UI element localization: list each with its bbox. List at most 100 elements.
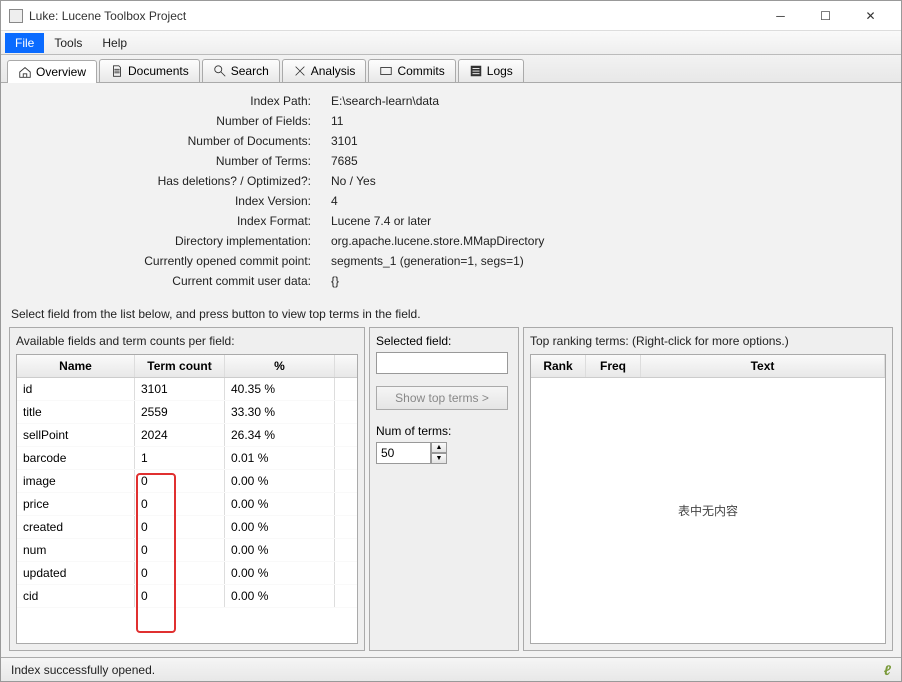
- info-label: Index Version:: [1, 194, 331, 208]
- info-label: Index Path:: [1, 94, 331, 108]
- cell-percent: 33.30 %: [225, 401, 335, 423]
- minimize-button[interactable]: ─: [758, 1, 803, 31]
- table-row[interactable]: barcode10.01 %: [17, 447, 357, 470]
- info-label: Currently opened commit point:: [1, 254, 331, 268]
- info-label: Current commit user data:: [1, 274, 331, 288]
- menu-file[interactable]: File: [5, 33, 44, 53]
- panel-terms: Top ranking terms: (Right-click for more…: [523, 327, 893, 651]
- info-row: Index Path:E:\search-learn\data: [1, 91, 901, 111]
- tab-logs[interactable]: Logs: [458, 59, 524, 82]
- maximize-button[interactable]: ☐: [803, 1, 848, 31]
- th-percent[interactable]: %: [225, 355, 335, 377]
- menu-help[interactable]: Help: [92, 33, 137, 53]
- window-title: Luke: Lucene Toolbox Project: [29, 9, 758, 23]
- tab-logs-label: Logs: [487, 64, 513, 78]
- cell-name: cid: [17, 585, 135, 607]
- info-row: Number of Fields:11: [1, 111, 901, 131]
- spinner-down-icon[interactable]: ▼: [431, 453, 447, 464]
- tab-overview[interactable]: Overview: [7, 60, 97, 83]
- statusbar: Index successfully opened. ℓ: [1, 657, 901, 681]
- cell-name: created: [17, 516, 135, 538]
- tab-search[interactable]: Search: [202, 59, 280, 82]
- menubar: File Tools Help: [1, 31, 901, 55]
- app-icon: [9, 9, 23, 23]
- info-row: Current commit user data:{}: [1, 271, 901, 291]
- cell-termcount: 0: [135, 539, 225, 561]
- info-value: segments_1 (generation=1, segs=1): [331, 254, 524, 268]
- th-termcount[interactable]: Term count: [135, 355, 225, 377]
- tab-documents-label: Documents: [128, 64, 189, 78]
- titlebar: Luke: Lucene Toolbox Project ─ ☐ ✕: [1, 1, 901, 31]
- panel-selected: Selected field: Show top terms > Num of …: [369, 327, 519, 651]
- info-value: org.apache.lucene.store.MMapDirectory: [331, 234, 544, 248]
- search-icon: [213, 64, 227, 78]
- info-label: Has deletions? / Optimized?:: [1, 174, 331, 188]
- info-value: E:\search-learn\data: [331, 94, 439, 108]
- info-value: 7685: [331, 154, 358, 168]
- cell-name: id: [17, 378, 135, 400]
- cell-percent: 0.00 %: [225, 516, 335, 538]
- luke-logo-icon: ℓ: [884, 662, 891, 678]
- info-value: Lucene 7.4 or later: [331, 214, 431, 228]
- cell-percent: 0.00 %: [225, 470, 335, 492]
- table-row[interactable]: updated00.00 %: [17, 562, 357, 585]
- content: Index Path:E:\search-learn\dataNumber of…: [1, 83, 901, 657]
- selected-field-input[interactable]: [376, 352, 508, 374]
- cell-termcount: 0: [135, 516, 225, 538]
- info-label: Number of Terms:: [1, 154, 331, 168]
- cell-termcount: 0: [135, 562, 225, 584]
- panel-fields: Available fields and term counts per fie…: [9, 327, 365, 651]
- cell-termcount: 2559: [135, 401, 225, 423]
- spinner-up-icon[interactable]: ▲: [431, 442, 447, 453]
- table-row[interactable]: id310140.35 %: [17, 378, 357, 401]
- table-row[interactable]: sellPoint202426.34 %: [17, 424, 357, 447]
- tab-documents[interactable]: Documents: [99, 59, 200, 82]
- num-terms-stepper[interactable]: ▲ ▼: [376, 442, 512, 464]
- tab-search-label: Search: [231, 64, 269, 78]
- cell-termcount: 0: [135, 470, 225, 492]
- cell-name: price: [17, 493, 135, 515]
- terms-table: Rank Freq Text 表中无内容: [530, 354, 886, 644]
- num-terms-input[interactable]: [376, 442, 431, 464]
- tab-overview-label: Overview: [36, 65, 86, 79]
- table-row[interactable]: title255933.30 %: [17, 401, 357, 424]
- tab-analysis-label: Analysis: [311, 64, 356, 78]
- status-text: Index successfully opened.: [11, 663, 155, 677]
- cell-termcount: 3101: [135, 378, 225, 400]
- menu-tools[interactable]: Tools: [44, 33, 92, 53]
- close-button[interactable]: ✕: [848, 1, 893, 31]
- info-row: Number of Terms:7685: [1, 151, 901, 171]
- fields-table: Name Term count % id310140.35 %title2559…: [16, 354, 358, 644]
- th-text[interactable]: Text: [641, 355, 885, 377]
- num-terms-label: Num of terms:: [376, 424, 512, 438]
- table-row[interactable]: num00.00 %: [17, 539, 357, 562]
- tab-commits[interactable]: Commits: [368, 59, 455, 82]
- show-top-terms-button[interactable]: Show top terms >: [376, 386, 508, 410]
- table-row[interactable]: image00.00 %: [17, 470, 357, 493]
- info-value: 4: [331, 194, 338, 208]
- th-name[interactable]: Name: [17, 355, 135, 377]
- selected-field-label: Selected field:: [376, 334, 512, 348]
- table-row[interactable]: price00.00 %: [17, 493, 357, 516]
- commits-icon: [379, 64, 393, 78]
- panels: Available fields and term counts per fie…: [1, 327, 901, 657]
- cell-name: image: [17, 470, 135, 492]
- logs-icon: [469, 64, 483, 78]
- info-value: 11: [331, 114, 343, 128]
- cell-percent: 0.00 %: [225, 539, 335, 561]
- tab-analysis[interactable]: Analysis: [282, 59, 367, 82]
- tabbar: Overview Documents Search Analysis Commi…: [1, 55, 901, 83]
- info-row: Has deletions? / Optimized?:No / Yes: [1, 171, 901, 191]
- fields-table-body[interactable]: id310140.35 %title255933.30 %sellPoint20…: [17, 378, 357, 630]
- cell-name: title: [17, 401, 135, 423]
- cell-name: updated: [17, 562, 135, 584]
- th-rank[interactable]: Rank: [531, 355, 586, 377]
- th-freq[interactable]: Freq: [586, 355, 641, 377]
- table-row[interactable]: cid00.00 %: [17, 585, 357, 608]
- cell-termcount: 0: [135, 493, 225, 515]
- panel-terms-title: Top ranking terms: (Right-click for more…: [530, 334, 886, 348]
- cell-percent: 0.01 %: [225, 447, 335, 469]
- table-row[interactable]: created00.00 %: [17, 516, 357, 539]
- cell-percent: 0.00 %: [225, 493, 335, 515]
- terms-table-head: Rank Freq Text: [531, 355, 885, 378]
